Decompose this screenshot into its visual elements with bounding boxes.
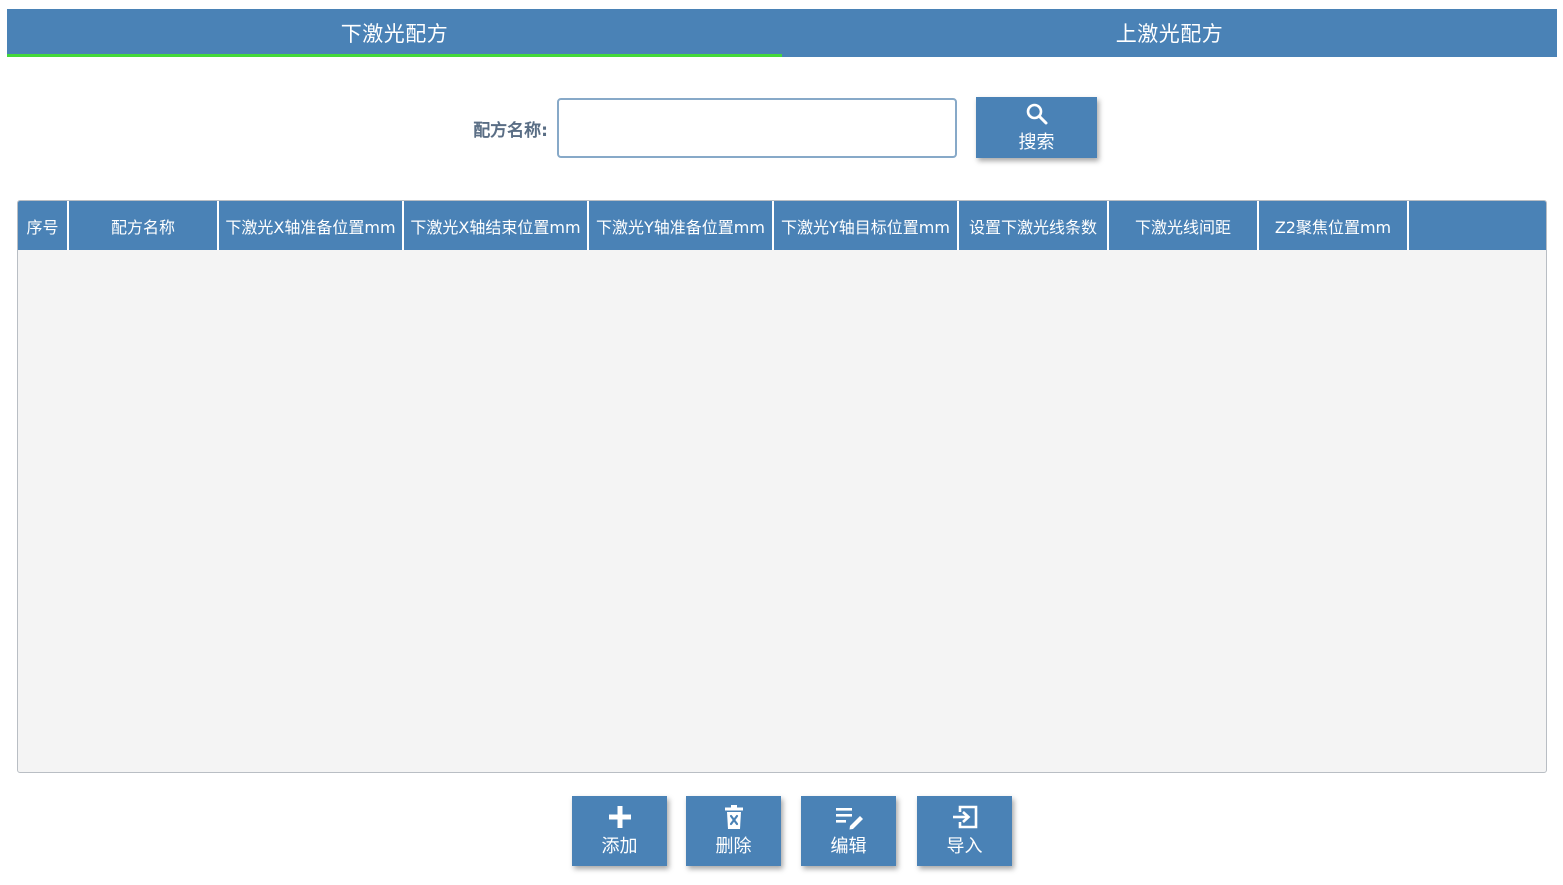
import-button[interactable]: 导入 xyxy=(917,796,1012,866)
column-header-index[interactable]: 序号 xyxy=(18,201,69,250)
edit-button[interactable]: 编辑 xyxy=(801,796,896,866)
plus-icon xyxy=(608,806,631,828)
column-header-lower-y-prepare[interactable]: 下激光Y轴准备位置mm xyxy=(589,201,774,250)
import-icon xyxy=(952,805,977,829)
column-header-lower-x-prepare[interactable]: 下激光X轴准备位置mm xyxy=(219,201,404,250)
column-header-recipe-name[interactable]: 配方名称 xyxy=(69,201,219,250)
column-header-lower-x-end[interactable]: 下激光X轴结束位置mm xyxy=(404,201,589,250)
search-button-label: 搜索 xyxy=(1018,131,1055,153)
trash-icon xyxy=(724,805,743,829)
recipe-table: 序号 配方名称 下激光X轴准备位置mm 下激光X轴结束位置mm 下激光Y轴准备位… xyxy=(17,200,1547,773)
tab-upper-laser-recipe[interactable]: 上激光配方 xyxy=(782,9,1557,57)
recipe-name-label: 配方名称: xyxy=(473,121,548,141)
tab-lower-laser-recipe[interactable]: 下激光配方 xyxy=(7,9,782,57)
column-header-z2-focus[interactable]: Z2聚焦位置mm xyxy=(1259,201,1409,250)
column-header-lower-y-target[interactable]: 下激光Y轴目标位置mm xyxy=(774,201,959,250)
column-header-lower-line-count[interactable]: 设置下激光线条数 xyxy=(959,201,1109,250)
delete-button-label: 删除 xyxy=(715,836,752,857)
recipe-name-search-input[interactable] xyxy=(557,98,957,158)
edit-icon xyxy=(835,808,863,830)
search-icon xyxy=(1026,103,1047,124)
table-header: 序号 配方名称 下激光X轴准备位置mm 下激光X轴结束位置mm 下激光Y轴准备位… xyxy=(18,201,1546,250)
delete-button[interactable]: 删除 xyxy=(686,796,781,866)
edit-button-label: 编辑 xyxy=(830,836,867,857)
add-button[interactable]: 添加 xyxy=(572,796,667,866)
column-header-filler xyxy=(1409,201,1546,250)
column-header-lower-line-spacing[interactable]: 下激光线间距 xyxy=(1109,201,1259,250)
import-button-label: 导入 xyxy=(946,836,983,857)
search-button[interactable]: 搜索 xyxy=(976,97,1097,158)
add-button-label: 添加 xyxy=(601,836,638,857)
recipe-tab-bar: 下激光配方 上激光配方 xyxy=(7,9,1557,57)
